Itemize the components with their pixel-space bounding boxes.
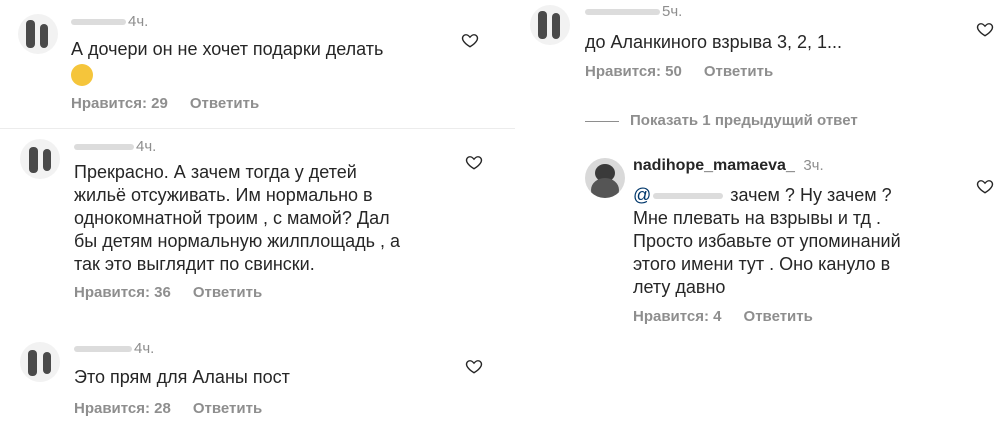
- comment-text: А дочери он не хочет подарки делать: [71, 38, 451, 87]
- comment-time: 4ч.: [134, 340, 155, 357]
- comment-divider: [0, 128, 515, 129]
- reply-button[interactable]: Ответить: [744, 308, 813, 325]
- likes-count[interactable]: Нравится: 4: [633, 308, 722, 325]
- comment-text-line: лету давно: [633, 277, 726, 297]
- laughing-emoji: [71, 63, 451, 87]
- heart-outline-icon[interactable]: [461, 31, 479, 49]
- reply-button[interactable]: Ответить: [193, 400, 262, 417]
- comment-text-line: бы детям нормальную жилплощадь , а: [74, 231, 400, 251]
- comment-text-line: жильё отсуживать. Им нормально в: [74, 185, 373, 205]
- comment-actions: Нравится: 36 Ответить: [74, 284, 284, 301]
- likes-count[interactable]: Нравится: 28: [74, 400, 171, 417]
- comment-text-line: Прекрасно. А зачем тогда у детей: [74, 162, 357, 182]
- comment-text: Это прям для Аланы пост: [74, 366, 454, 389]
- avatar[interactable]: [530, 5, 570, 45]
- laughing-emoji-icon: [71, 64, 93, 87]
- mention-link[interactable]: @: [633, 185, 651, 205]
- heart-outline-icon[interactable]: [465, 153, 483, 171]
- redacted-mention: [653, 193, 724, 200]
- comment-meta: 4ч.: [71, 13, 148, 30]
- show-replies-line: [585, 121, 619, 122]
- comment-text: до Аланкиного взрыва 3, 2, 1...: [585, 31, 965, 54]
- comment-meta: 4ч.: [74, 138, 156, 155]
- likes-count[interactable]: Нравится: 50: [585, 63, 682, 80]
- heart-outline-icon[interactable]: [465, 357, 483, 375]
- comment-time: 4ч.: [136, 138, 157, 155]
- comment-text-line: Просто избавьте от упоминаний: [633, 231, 901, 251]
- comment-text: Прекрасно. А зачем тогда у детей жильё о…: [74, 161, 454, 276]
- comment-actions: Нравится: 4 Ответить: [633, 308, 835, 325]
- avatar[interactable]: [20, 139, 60, 179]
- comment-time: 3ч.: [803, 157, 824, 174]
- comment-time: 4ч.: [128, 13, 149, 30]
- avatar[interactable]: [18, 14, 58, 54]
- avatar[interactable]: [585, 158, 625, 198]
- heart-outline-icon[interactable]: [976, 177, 994, 195]
- likes-count[interactable]: Нравится: 36: [74, 284, 171, 301]
- comment-text-line: однокомнатной троим , с мамой? Дал: [74, 208, 390, 228]
- reply-first-line: @ зачем ? Ну зачем ?: [633, 184, 973, 207]
- comment-text-line: А дочери он не хочет подарки делать: [71, 39, 384, 59]
- comment-actions: Нравится: 29 Ответить: [71, 95, 281, 112]
- reply-text: @ зачем ? Ну зачем ? Мне плевать на взры…: [633, 184, 973, 299]
- heart-outline-icon[interactable]: [976, 20, 994, 38]
- reply-button[interactable]: Ответить: [193, 284, 262, 301]
- reply-button[interactable]: Ответить: [704, 63, 773, 80]
- comment-actions: Нравится: 50 Ответить: [585, 63, 795, 80]
- comment-meta: 4ч.: [74, 340, 154, 357]
- comment-text-line: Это прям для Аланы пост: [74, 367, 290, 387]
- comment-text-line: до Аланкиного взрыва 3, 2, 1...: [585, 32, 843, 52]
- comment-text-line: Мне плевать на взрывы и тд .: [633, 208, 882, 228]
- comment-text-line: так это выглядит по свински.: [74, 254, 315, 274]
- avatar[interactable]: [20, 342, 60, 382]
- comment-text-line: зачем ? Ну зачем ?: [730, 185, 892, 205]
- reply-header: nadihope_mamaeva_ 3ч.: [633, 157, 824, 175]
- comment-actions: Нравится: 28 Ответить: [74, 400, 284, 417]
- comment-meta: 5ч.: [585, 3, 682, 20]
- reply-button[interactable]: Ответить: [190, 95, 259, 112]
- username[interactable]: nadihope_mamaeva_: [633, 157, 795, 174]
- comment-text-line: этого имени тут . Оно кануло в: [633, 254, 891, 274]
- likes-count[interactable]: Нравится: 29: [71, 95, 168, 112]
- show-replies-link[interactable]: Показать 1 предыдущий ответ: [630, 112, 858, 129]
- comment-time: 5ч.: [662, 3, 683, 20]
